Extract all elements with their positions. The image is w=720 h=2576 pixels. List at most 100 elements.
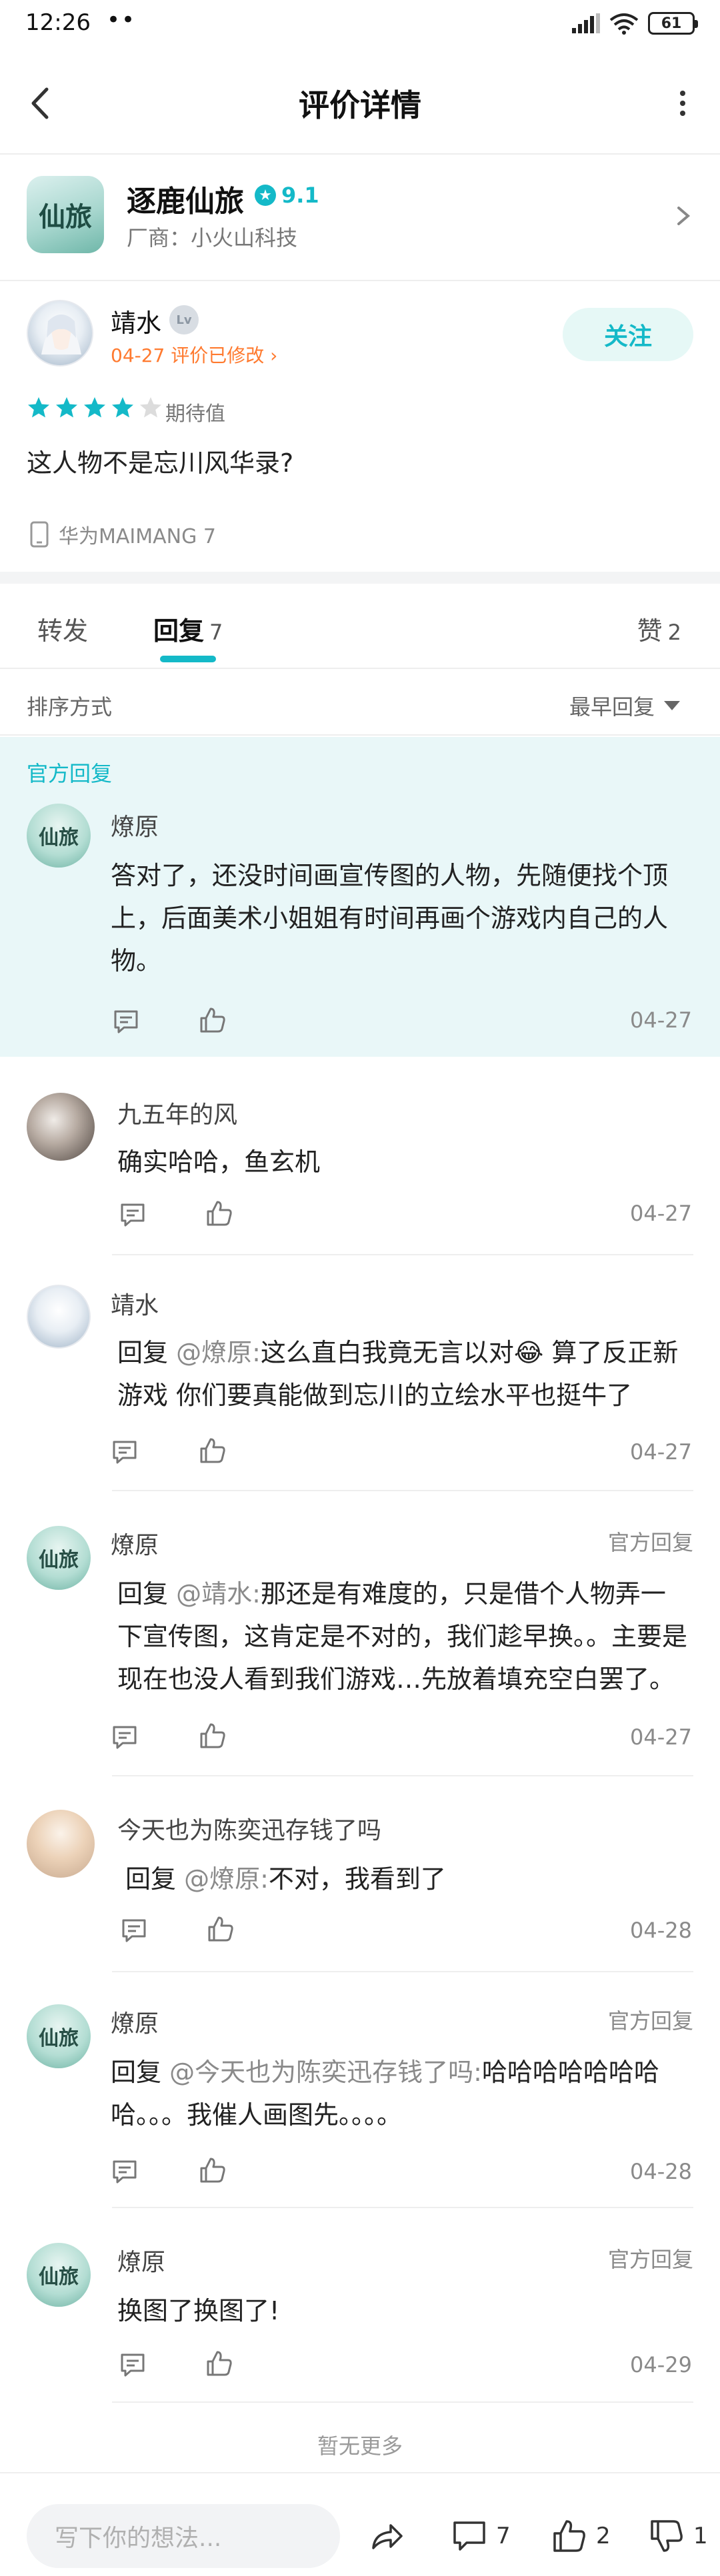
comment-icon[interactable]: [120, 1916, 148, 1944]
bottom-action-bar: 写下你的想法... 7 2 1: [0, 2472, 720, 2576]
game-name: 逐鹿仙旅: [127, 185, 244, 219]
reply-author[interactable]: 燎原: [111, 808, 159, 842]
notification-dots: ••: [107, 7, 137, 33]
section-separator: [0, 572, 720, 584]
dislike-count: 1: [693, 2523, 708, 2549]
game-icon: 仙旅: [27, 176, 104, 253]
reply-author[interactable]: 今天也为陈奕迅存钱了吗: [117, 1811, 381, 1846]
comment-icon[interactable]: [111, 2158, 139, 2186]
reply-avatar[interactable]: 仙旅: [27, 2243, 91, 2307]
sort-value: 最早回复: [569, 694, 655, 720]
comment-count-button[interactable]: 7: [451, 2517, 511, 2555]
status-indicators: 61: [572, 12, 698, 35]
dislike-count-button[interactable]: 1: [648, 2517, 708, 2555]
tab-like[interactable]: 赞2: [637, 610, 681, 647]
more-options-icon[interactable]: [669, 85, 696, 121]
thumbs-up-icon[interactable]: [199, 1006, 227, 1034]
reply-avatar[interactable]: 仙旅: [27, 2004, 91, 2068]
tab-forward[interactable]: 转发: [37, 610, 88, 647]
reply-date: 04-27: [630, 1201, 692, 1226]
thumbs-up-icon[interactable]: [199, 1437, 227, 1465]
comment-count: 7: [496, 2523, 511, 2549]
no-more-text: 暂无更多: [317, 2433, 403, 2459]
battery-icon: 61: [648, 12, 698, 35]
comment-input[interactable]: 写下你的想法...: [27, 2504, 340, 2568]
reply-date: 04-27: [630, 1007, 692, 1033]
reply-text: 答对了，还没时间画宣传图的人物，先随便找个顶上，后面美术小姐姐有时间再画个游戏内…: [111, 854, 684, 982]
reply-mention[interactable]: @燎原:: [184, 1864, 269, 1894]
comment-icon: [453, 2521, 485, 2551]
sort-dropdown[interactable]: 最早回复: [569, 690, 680, 721]
share-icon: [372, 2524, 403, 2549]
reply-text-body: 不对，我看到了: [268, 1864, 446, 1894]
reply-avatar[interactable]: [27, 1285, 91, 1349]
star-empty-icon: [140, 397, 161, 418]
status-time: 12:26: [25, 9, 91, 36]
official-reply-tag: 官方回复: [607, 1530, 693, 1555]
reply-avatar[interactable]: 仙旅: [27, 804, 91, 868]
reply-date: 04-27: [630, 1724, 692, 1750]
reply-mention[interactable]: @靖水:: [176, 1579, 261, 1609]
reply-author[interactable]: 燎原: [117, 2243, 165, 2277]
author-avatar[interactable]: [27, 300, 93, 366]
comment-icon[interactable]: [111, 1438, 139, 1466]
star-filled-icon: [56, 397, 77, 418]
game-score: ★ 9.1: [255, 183, 319, 208]
star-filled-icon: [28, 397, 49, 418]
reply-prefix: 回复: [117, 1338, 177, 1367]
thumbs-up-icon: [553, 2520, 585, 2552]
thumbs-up-icon[interactable]: [205, 1199, 233, 1227]
comment-icon[interactable]: [112, 1007, 140, 1035]
follow-button[interactable]: 关注: [563, 308, 693, 361]
reply-author[interactable]: 燎原: [111, 1526, 159, 1561]
rating-stars: [27, 396, 163, 420]
tab-like-count: 2: [667, 620, 681, 645]
reply-text-body: 答对了，还没时间画宣传图的人物，先随便找个顶上，后面美术小姐姐有时间再画个游戏内…: [111, 861, 669, 975]
thumbs-up-icon[interactable]: [207, 1915, 235, 1943]
reply-date: 04-28: [630, 1918, 692, 1943]
tab-reply[interactable]: 回复 7: [153, 610, 223, 647]
tab-reply-label: 回复: [153, 616, 205, 646]
official-reply-tag: 官方回复: [607, 2008, 693, 2034]
reply-avatar[interactable]: [27, 1810, 95, 1878]
reply-divider: [112, 2401, 693, 2403]
reply-divider: [112, 1490, 693, 1491]
wifi-icon: [609, 13, 639, 35]
comment-icon[interactable]: [119, 1201, 147, 1229]
reply-prefix: 回复: [117, 1579, 177, 1609]
author-name[interactable]: 靖水: [111, 303, 161, 339]
reply-text: 换图了换图了!: [117, 2289, 677, 2332]
comment-icon[interactable]: [119, 2351, 147, 2379]
thumbs-up-icon[interactable]: [199, 2156, 227, 2184]
reply-divider: [112, 1254, 693, 1255]
like-count-button[interactable]: 2: [551, 2517, 611, 2555]
reply-avatar[interactable]: [27, 1093, 95, 1161]
review-date-meta[interactable]: 04-27 评价已修改 ›: [111, 341, 277, 368]
caret-down-icon: [664, 701, 680, 710]
reply-text: 回复 @燎原:这么直白我竟无言以对😂 算了反正新游戏 你们要真能做到忘川的立绘水…: [117, 1331, 691, 1417]
page-title: 评价详情: [299, 87, 421, 123]
status-bar: 12:26 •• 61: [0, 0, 720, 51]
app-header: 评价详情: [0, 51, 720, 155]
reply-mention[interactable]: @今天也为陈奕迅存钱了吗:: [169, 2058, 482, 2087]
reply-avatar[interactable]: 仙旅: [27, 1526, 91, 1590]
reply-author[interactable]: 燎原: [111, 2004, 159, 2039]
chevron-small-icon: ›: [264, 344, 278, 366]
reply-author[interactable]: 九五年的风: [117, 1095, 237, 1130]
review-date-meta-text: 04-27 评价已修改: [111, 344, 265, 366]
thumbs-up-icon[interactable]: [199, 1722, 227, 1750]
thumbs-up-icon[interactable]: [205, 2349, 233, 2377]
reply-text: 回复 @今天也为陈奕迅存钱了吗:哈哈哈哈哈哈哈哈。。。我催人画图先。。。。: [111, 2051, 691, 2136]
reply-text: 回复 @靖水:那还是有难度的，只是借个人物弄一下宣传图，这肯定是不对的，我们趁早…: [117, 1573, 691, 1700]
reply-prefix: 回复: [111, 2058, 170, 2087]
game-card[interactable]: 仙旅 逐鹿仙旅 ★ 9.1 厂商：小火山科技: [0, 155, 720, 281]
reply-text: 回复 @燎原:不对，我看到了: [125, 1858, 685, 1900]
star-filled-icon: [84, 397, 105, 418]
reply-mention[interactable]: @燎原:: [176, 1338, 261, 1367]
like-count: 2: [596, 2523, 611, 2549]
share-button[interactable]: [368, 2517, 405, 2555]
device-info: 华为MAIMANG 7: [29, 520, 216, 549]
reply-author[interactable]: 靖水: [111, 1286, 159, 1321]
reply-divider: [112, 1775, 693, 1776]
comment-icon[interactable]: [111, 1723, 139, 1751]
